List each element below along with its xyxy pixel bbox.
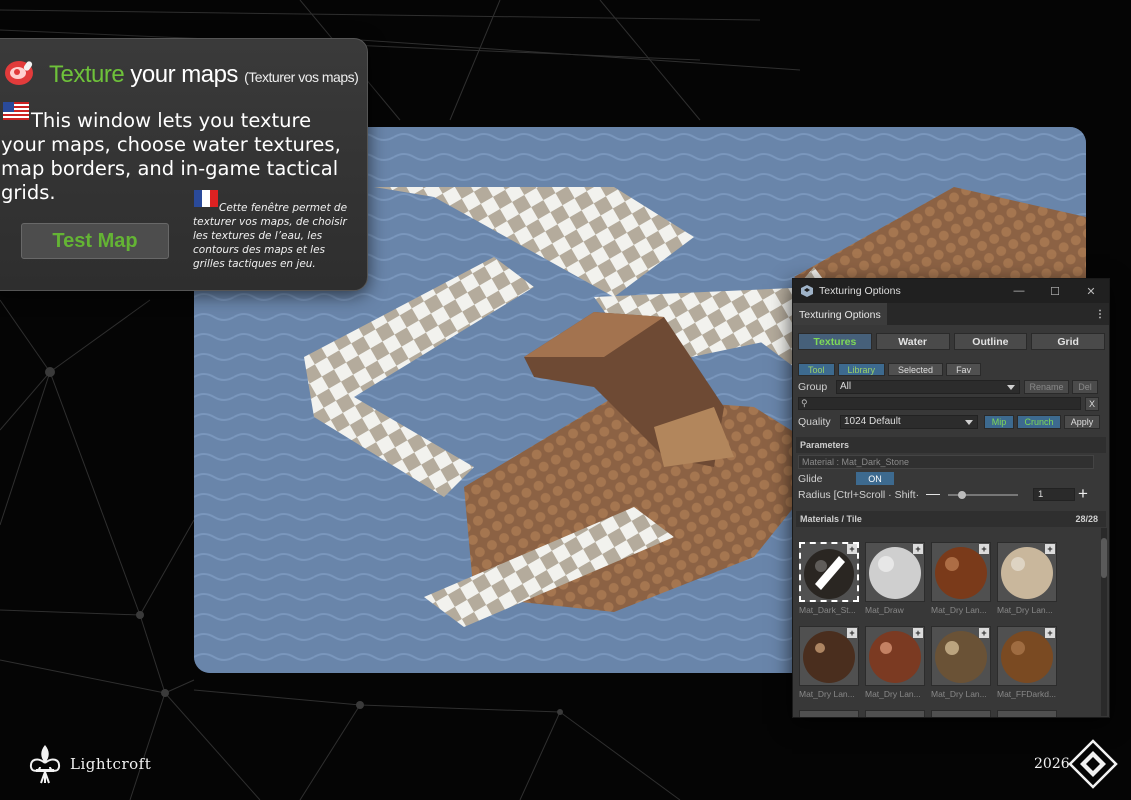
subtab-selected[interactable]: Selected [888, 363, 944, 376]
title-sub: (Texturer vos maps) [244, 69, 359, 85]
tab-textures[interactable]: Textures [798, 333, 872, 350]
title-accent: Texture [49, 61, 125, 88]
material-thumb [997, 710, 1057, 717]
material-name: Mat_Draw [865, 605, 904, 615]
search-clear-button[interactable]: X [1085, 396, 1099, 411]
parameters-header: Parameters [796, 437, 1106, 453]
quality-dropdown[interactable]: 1024 Default [840, 414, 978, 429]
material-tile[interactable]: + Mat_Dry Lan... [865, 626, 925, 704]
materials-title: Materials / Tile [800, 514, 862, 524]
year-label: 2026 [1034, 756, 1070, 772]
radius-label: Radius [Ctrl+Scroll · Shift· [798, 489, 920, 501]
quality-row: Quality 1024 Default Mip Crunch Apply [793, 414, 1109, 429]
french-description: Cette fenêtre permet de texturer vos map… [193, 202, 348, 270]
subtab-fav[interactable]: Fav [946, 363, 982, 376]
scrollbar-thumb[interactable] [1101, 538, 1107, 578]
add-material-icon[interactable]: + [913, 628, 923, 638]
material-tile[interactable] [799, 710, 859, 717]
material-field: Material : Mat_Dark_Stone [798, 455, 1094, 469]
material-tile[interactable]: + Mat_Draw [865, 542, 925, 620]
material-name: Mat_FFDarkd... [997, 689, 1057, 699]
mip-button[interactable]: Mip [984, 414, 1014, 429]
info-card: Texture your maps (Texturer vos maps) Th… [0, 38, 368, 291]
radius-slider-knob[interactable] [958, 491, 966, 499]
material-tile[interactable]: + Mat_Dry Lan... [931, 542, 991, 620]
material-tile[interactable] [997, 710, 1057, 717]
add-material-icon[interactable]: + [847, 544, 857, 554]
minimize-icon[interactable]: — [1001, 285, 1037, 297]
add-material-icon[interactable]: + [979, 628, 989, 638]
add-material-icon[interactable]: + [847, 628, 857, 638]
glide-toggle[interactable]: ON [856, 472, 894, 485]
materials-grid: + Mat_Dark_St... + Mat_Draw + Mat_Dry La… [793, 540, 1099, 717]
glide-row: Glide ON [793, 471, 1109, 486]
material-name: Mat_Dry Lan... [931, 689, 987, 699]
delete-button[interactable]: Del [1072, 379, 1098, 394]
diamond-badge-icon [1068, 739, 1118, 789]
crunch-button[interactable]: Crunch [1017, 414, 1061, 429]
tab-outline[interactable]: Outline [953, 333, 1028, 350]
search-icon: ⚲ [801, 398, 808, 408]
search-row: ⚲ X [793, 396, 1109, 411]
material-name: Mat_Dry Lan... [799, 689, 855, 699]
plus-icon[interactable]: + [1078, 484, 1088, 504]
editor-tab-row: Texturing Options ⋮ [793, 303, 1109, 325]
fleur-de-lis-logo-icon [29, 745, 61, 784]
window-titlebar[interactable]: Texturing Options — ☐ ✕ [793, 279, 1109, 303]
glide-label: Glide [798, 472, 823, 485]
add-material-icon[interactable]: + [979, 544, 989, 554]
unity-icon [801, 285, 813, 297]
rename-button[interactable]: Rename [1024, 379, 1069, 394]
card-title: Texture your maps (Texturer vos maps) [49, 61, 359, 89]
radius-row: Radius [Ctrl+Scroll · Shift· — 1 + [793, 484, 1109, 504]
meat-icon [5, 61, 33, 85]
minus-icon[interactable]: — [926, 485, 940, 501]
group-row: Group All Rename Del [793, 379, 1109, 394]
material-thumb [865, 710, 925, 717]
tab-grid[interactable]: Grid [1031, 333, 1105, 350]
material-name: Mat_Dry Lan... [931, 605, 987, 615]
materials-scrollbar[interactable] [1101, 528, 1107, 716]
kebab-menu-icon[interactable]: ⋮ [1091, 303, 1109, 325]
sub-tabs: Tool Library Selected Fav [793, 350, 1109, 376]
material-name: Mat_Dry Lan... [865, 689, 921, 699]
quality-label: Quality [798, 415, 831, 428]
material-tile[interactable]: + Mat_Dry Lan... [997, 542, 1057, 620]
add-material-icon[interactable]: + [1045, 544, 1055, 554]
material-thumb [799, 710, 859, 717]
brand-name: Lightcroft [70, 755, 152, 773]
material-name: Mat_Dark_St... [799, 605, 856, 615]
subtab-tool[interactable]: Tool [798, 363, 835, 376]
material-tile[interactable]: + Mat_Dark_St... [799, 542, 859, 620]
group-dropdown[interactable]: All [836, 379, 1020, 394]
search-input[interactable]: ⚲ [798, 397, 1081, 410]
material-tile[interactable]: + Mat_Dry Lan... [799, 626, 859, 704]
tab-water[interactable]: Water [875, 333, 950, 350]
add-material-icon[interactable]: + [1045, 628, 1055, 638]
material-tile[interactable] [931, 710, 991, 717]
close-icon[interactable]: ✕ [1073, 285, 1109, 298]
materials-header: Materials / Tile 28/28 [796, 511, 1106, 527]
radius-input[interactable]: 1 [1033, 488, 1075, 501]
apply-button[interactable]: Apply [1064, 414, 1100, 429]
texturing-options-window: Texturing Options — ☐ ✕ Texturing Option… [792, 278, 1110, 718]
main-tabs: Textures Water Outline Grid [793, 325, 1109, 350]
subtab-library[interactable]: Library [837, 363, 886, 376]
material-tile[interactable]: + Mat_Dry Lan... [931, 626, 991, 704]
tab-texturing-options[interactable]: Texturing Options [793, 303, 887, 325]
test-map-button[interactable]: Test Map [21, 223, 169, 259]
material-tile[interactable]: + Mat_FFDarkd... [997, 626, 1057, 704]
group-label: Group [798, 380, 828, 393]
maximize-icon[interactable]: ☐ [1037, 285, 1073, 298]
materials-count: 28/28 [1075, 514, 1098, 524]
title-main: your maps [124, 61, 245, 88]
material-name: Mat_Dry Lan... [997, 605, 1053, 615]
add-material-icon[interactable]: + [913, 544, 923, 554]
material-thumb [931, 710, 991, 717]
window-title: Texturing Options [819, 285, 901, 297]
material-tile[interactable] [865, 710, 925, 717]
english-description: This window lets you texture your maps, … [1, 109, 341, 204]
